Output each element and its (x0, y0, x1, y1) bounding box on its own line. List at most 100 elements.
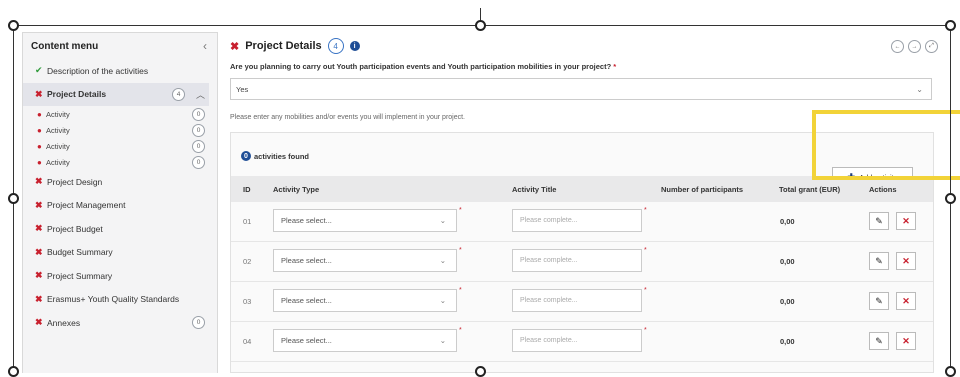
chevron-left-icon[interactable]: ‹ (203, 39, 207, 53)
required-mark: * (459, 327, 462, 334)
chevron-down-icon: ⌄ (916, 84, 923, 94)
activity-type-select[interactable]: Please select... ⌄ (273, 329, 457, 352)
input-placeholder: Please complete... (520, 257, 578, 264)
sidebar-item-label: Project Design (47, 176, 103, 187)
question-text: Are you planning to carry out Youth part… (230, 62, 612, 71)
delete-icon[interactable]: ✕ (896, 332, 916, 350)
sidebar-item-label: Project Budget (47, 223, 103, 234)
select-placeholder: Please select... (281, 216, 332, 225)
resize-handle-top[interactable] (475, 20, 486, 31)
chevron-down-icon: ⌄ (439, 336, 446, 345)
select-placeholder: Please select... (281, 336, 332, 345)
row-id: 01 (243, 217, 252, 226)
required-mark: * (459, 287, 462, 294)
bullet-icon: ● (37, 157, 42, 167)
info-icon[interactable]: i (349, 41, 360, 51)
count-badge: 0 (192, 107, 205, 121)
highlight-box (812, 110, 960, 180)
sidebar-item-description[interactable]: ✔ Description of the activities (23, 59, 217, 83)
required-mark: * (459, 247, 462, 254)
sidebar-item-label: Project Summary (47, 270, 113, 281)
select-placeholder: Please select... (281, 256, 332, 265)
required-mark: * (644, 247, 647, 254)
row-id: 03 (243, 297, 252, 306)
delete-icon[interactable]: ✕ (896, 292, 916, 310)
sidebar-item-project-management[interactable]: ✖ Project Management (23, 194, 217, 218)
activity-title-input[interactable]: Please complete... (512, 209, 642, 232)
row-id: 02 (243, 257, 252, 266)
col-participants: Number of participants (661, 185, 744, 194)
table-row: 01 Please select... ⌄ * Please complete.… (231, 202, 933, 242)
pencil-icon[interactable]: ✎ (869, 252, 889, 270)
sidebar-subitem-activity[interactable]: ● Activity 0 (23, 138, 217, 154)
required-mark: * (613, 62, 617, 71)
sidebar-item-project-summary[interactable]: ✖ Project Summary (23, 264, 217, 288)
resize-handle-top-left[interactable] (8, 20, 19, 31)
arrow-left-icon[interactable]: ← (891, 40, 904, 53)
table-row: 03 Please select... ⌄ * Please complete.… (231, 282, 933, 322)
delete-icon[interactable]: ✕ (896, 252, 916, 270)
sidebar-item-budget-summary[interactable]: ✖ Budget Summary (23, 241, 217, 265)
col-total-grant: Total grant (EUR) (779, 185, 841, 194)
activity-title-input[interactable]: Please complete... (512, 249, 642, 272)
sidebar-subitem-label: Activity (46, 109, 70, 119)
count-badge: 0 (192, 155, 205, 169)
participation-question: Are you planning to carry out Youth part… (230, 62, 616, 71)
resize-handle-bottom-left[interactable] (8, 366, 19, 377)
chevron-down-icon: ⌄ (439, 256, 446, 265)
sidebar-item-project-budget[interactable]: ✖ Project Budget (23, 217, 217, 241)
pencil-icon[interactable]: ✎ (869, 292, 889, 310)
sidebar-item-label: Project Management (47, 200, 126, 211)
check-icon: ✔ (35, 65, 43, 76)
col-activity-type: Activity Type (273, 185, 320, 194)
x-icon: ✖ (35, 246, 43, 257)
sidebar-subitem-activity[interactable]: ● Activity 0 (23, 122, 217, 138)
col-id: ID (243, 185, 251, 194)
pencil-icon[interactable]: ✎ (869, 332, 889, 350)
count-badge: 0 (192, 123, 205, 137)
hint-text: Please enter any mobilities and/or event… (230, 114, 466, 121)
resize-handle-bottom[interactable] (475, 366, 486, 377)
resize-handle-bottom-right[interactable] (945, 366, 956, 377)
activity-type-select[interactable]: Please select... ⌄ (273, 249, 457, 272)
count-badge: 4 (327, 38, 344, 54)
count-badge: 4 (172, 87, 185, 101)
sidebar-item-label: Description of the activities (47, 65, 149, 76)
table-row: 02 Please select... ⌄ * Please complete.… (231, 242, 933, 282)
sidebar-subitem-label: Activity (46, 157, 70, 167)
total-grant: 0,00 (780, 297, 795, 306)
sidebar-subitem-activity[interactable]: ● Activity 0 (23, 154, 217, 170)
pencil-icon[interactable]: ✎ (869, 212, 889, 230)
sidebar-item-quality-standards[interactable]: ✖ Erasmus+ Youth Quality Standards (23, 288, 217, 312)
sidebar-subitem-label: Activity (46, 141, 70, 151)
sidebar-item-project-design[interactable]: ✖ Project Design (23, 170, 217, 194)
resize-handle-right[interactable] (945, 193, 956, 204)
participation-select[interactable]: Yes ⌄ (230, 78, 932, 100)
activity-type-select[interactable]: Please select... ⌄ (273, 289, 457, 312)
page-title: Project Details (245, 40, 322, 52)
sidebar-item-annexes[interactable]: ✖ Annexes 0 (23, 311, 217, 335)
x-icon: ✖ (35, 270, 43, 281)
activity-title-input[interactable]: Please complete... (512, 329, 642, 352)
sidebar-item-project-details[interactable]: ✖ Project Details 4 ︿ (23, 82, 209, 106)
x-icon: ✖ (230, 40, 240, 53)
row-id: 04 (243, 337, 252, 346)
col-actions: Actions (869, 185, 897, 194)
activity-type-select[interactable]: Please select... ⌄ (273, 209, 457, 232)
main-content: ✖ Project Details 4 i ← → ⤢ Are you plan… (222, 32, 960, 373)
expand-icon[interactable]: ⤢ (925, 40, 938, 53)
input-placeholder: Please complete... (520, 297, 578, 304)
activity-title-input[interactable]: Please complete... (512, 289, 642, 312)
delete-icon[interactable]: ✕ (896, 212, 916, 230)
arrow-right-icon[interactable]: → (908, 40, 921, 53)
bullet-icon: ● (37, 109, 42, 119)
sidebar-item-label: Annexes (47, 317, 81, 328)
chevron-up-icon[interactable]: ︿ (196, 88, 205, 101)
chevron-down-icon: ⌄ (439, 296, 446, 305)
resize-handle-top-right[interactable] (945, 20, 956, 31)
required-mark: * (459, 207, 462, 214)
sidebar-subitem-activity[interactable]: ● Activity 0 (23, 106, 217, 122)
total-grant: 0,00 (780, 217, 795, 226)
x-icon: ✖ (35, 176, 43, 187)
resize-handle-left[interactable] (8, 193, 19, 204)
